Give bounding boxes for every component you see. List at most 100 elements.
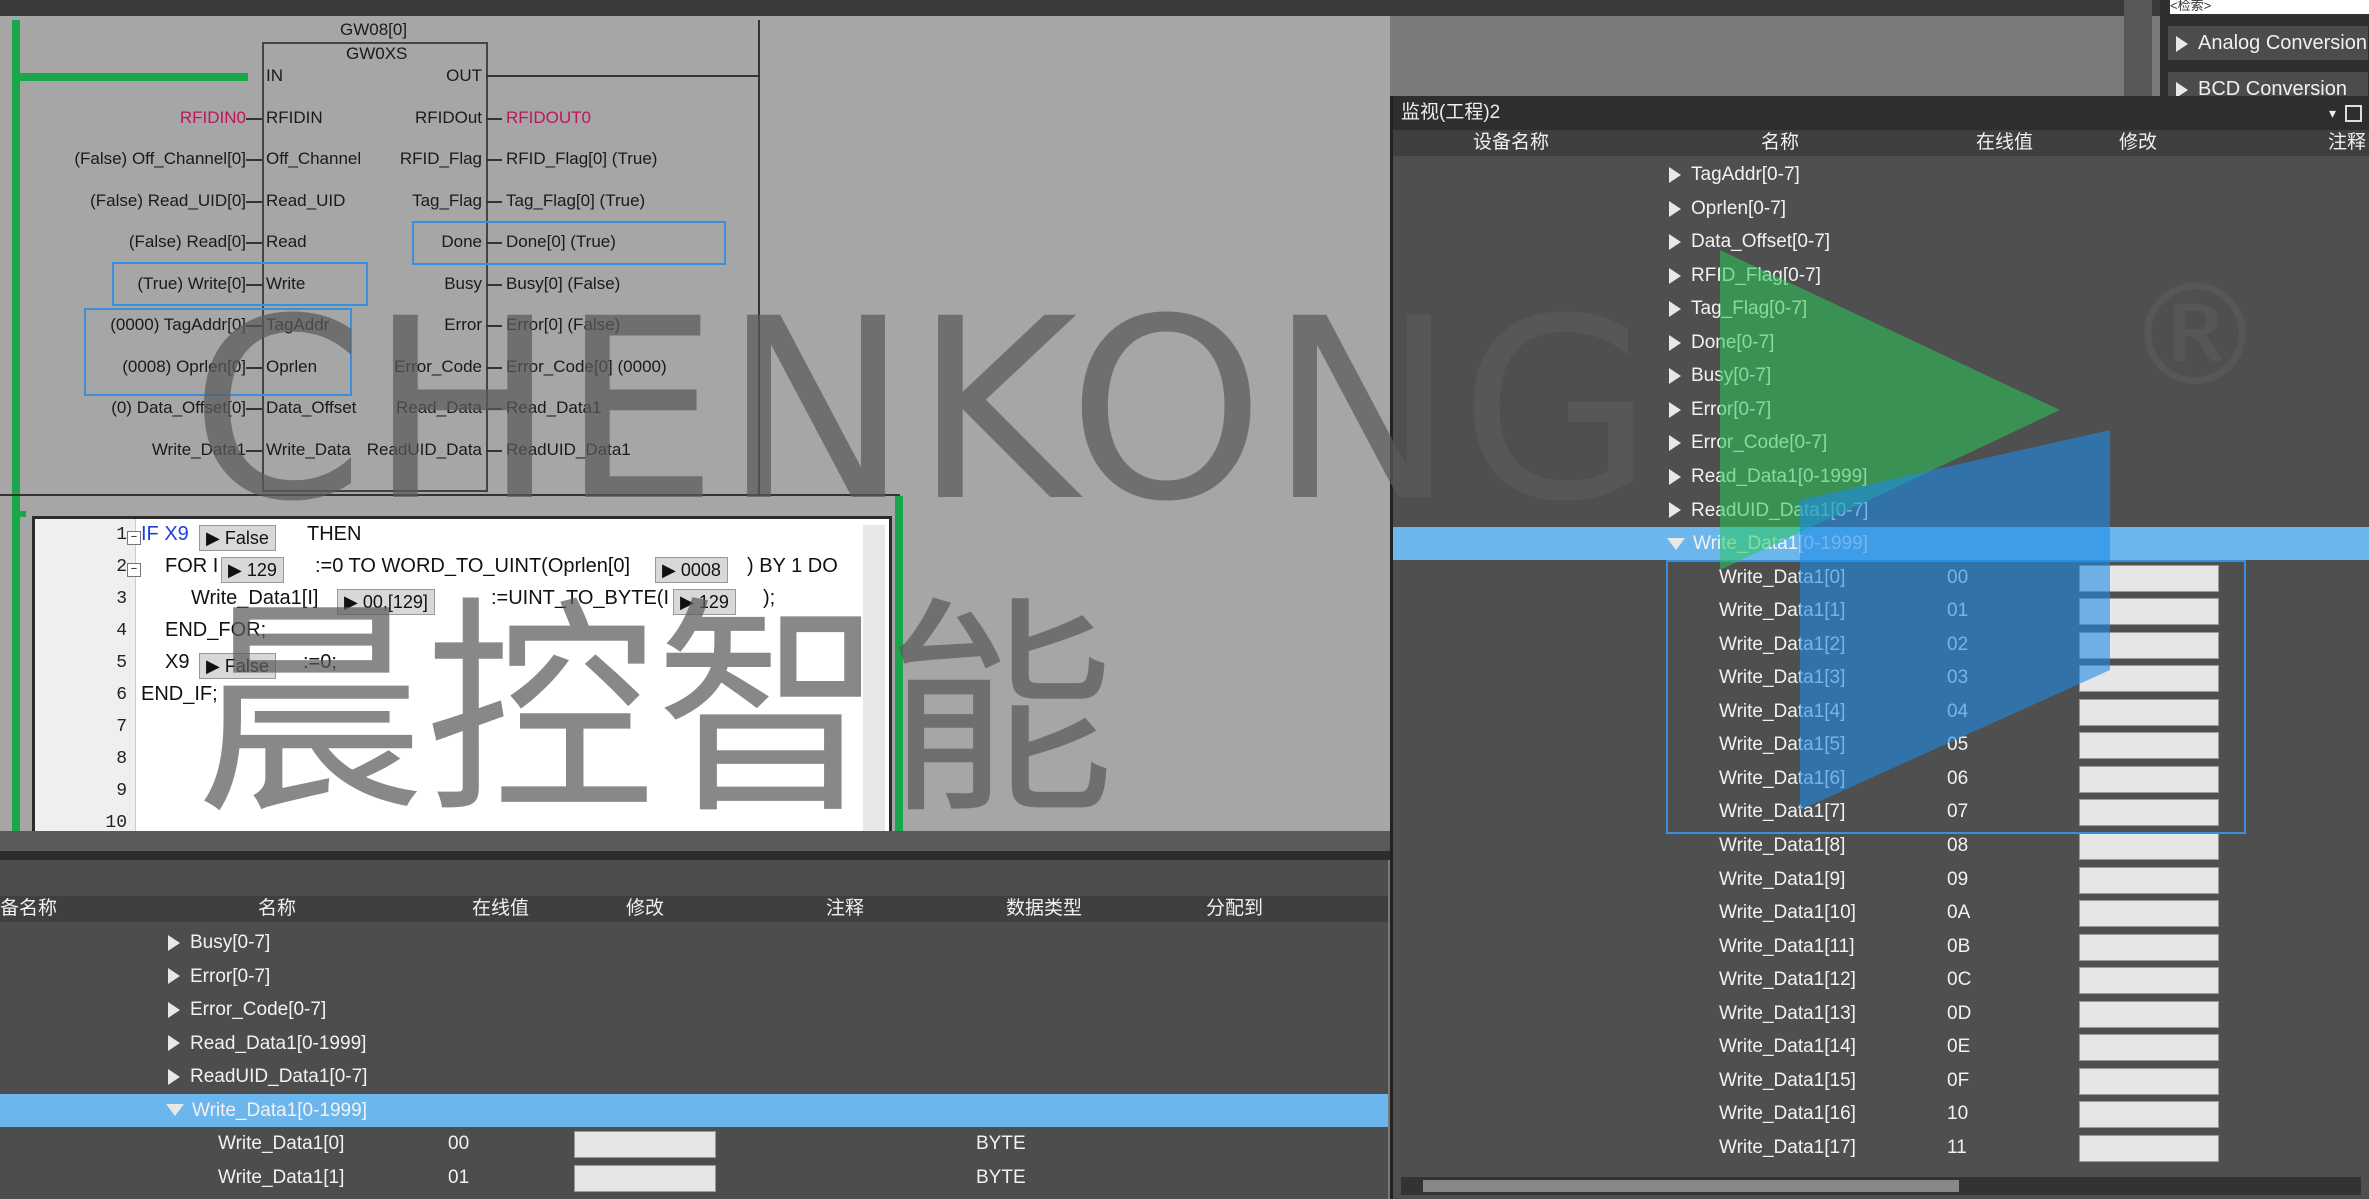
col-device[interactable]: 备名称 [0, 896, 57, 922]
item-online-value: 10 [1947, 1103, 1969, 1125]
expand-icon[interactable] [1669, 234, 1681, 251]
monitor-titlebar[interactable]: 监视(工程)2 ▾ [1393, 96, 2369, 130]
fb-input-var[interactable]: (False) Off_Channel[0] [74, 149, 246, 169]
fb-input-pin: Off_Channel [266, 149, 362, 168]
collapse-icon[interactable] [166, 1104, 184, 1117]
row-name[interactable]: Read_Data1[0-1999] [160, 1027, 366, 1060]
dropdown-icon[interactable]: ▾ [2329, 96, 2336, 130]
monitor-item-row[interactable]: Write_Data1[11] 0B [1393, 930, 2369, 963]
monitor-item-row[interactable]: Write_Data1[16] 10 [1393, 1097, 2369, 1130]
mcol-comment[interactable]: 注释 [2328, 130, 2366, 156]
fb-input-var[interactable]: (False) Read[0] [129, 232, 246, 252]
toolbox-search-input[interactable]: <检索> [2170, 0, 2369, 14]
table-row[interactable]: Write_Data1[1] 01 BYTE [0, 1161, 1388, 1194]
modify-input[interactable] [2079, 1101, 2219, 1129]
table-row[interactable]: Busy[0-7] [0, 926, 1388, 959]
expand-icon[interactable] [1669, 435, 1681, 452]
fb-instance-name[interactable]: GW08[0] [340, 20, 407, 40]
table-row[interactable]: ReadUID_Data1[0-7] [0, 1060, 1388, 1093]
expand-icon[interactable] [1669, 334, 1681, 351]
expand-icon[interactable] [168, 1035, 180, 1052]
fb-input-var[interactable]: RFIDIN0 [180, 108, 246, 128]
expand-icon[interactable] [1669, 368, 1681, 385]
table-row[interactable]: Error_Code[0-7] [0, 993, 1388, 1026]
modify-input[interactable] [2079, 866, 2219, 894]
modify-input[interactable] [2079, 967, 2219, 995]
fb-output-var[interactable]: Tag_Flag[0] (True) [506, 191, 645, 211]
modify-input[interactable] [2079, 1067, 2219, 1095]
row-name[interactable]: Error[0-7] [160, 960, 270, 993]
table-row[interactable]: Write_Data1[0] 00 BYTE [0, 1127, 1388, 1160]
expand-icon[interactable] [1669, 401, 1681, 418]
fb-input-var[interactable]: (False) Read_UID[0] [90, 191, 246, 211]
monitor-title: 监视(工程)2 [1401, 102, 1501, 123]
expand-icon[interactable] [168, 934, 180, 951]
fb-output-pin: RFIDOut [414, 107, 482, 127]
ladder-vertical-scrollbar[interactable] [2124, 0, 2152, 96]
mcol-name[interactable]: 名称 [1761, 130, 1799, 156]
modify-input[interactable] [2079, 900, 2219, 928]
row-online-value: 01 [448, 1166, 470, 1188]
table-row[interactable]: Read_Data1[0-1999] [0, 1027, 1388, 1060]
row-name[interactable]: ReadUID_Data1[0-7] [160, 1060, 367, 1093]
mcol-online-value[interactable]: 在线值 [1976, 130, 2033, 156]
row-name[interactable]: Busy[0-7] [160, 926, 270, 959]
toolbox-item-label: Analog Conversion [2198, 32, 2367, 54]
toolbox-panel[interactable]: <检索> Analog Conversion BCD Conversion [2160, 0, 2369, 96]
monitor-item-row[interactable]: Write_Data1[17] 11 [1393, 1131, 2369, 1164]
code-if[interactable]: IF X9 [141, 523, 189, 545]
monitor-item-row[interactable]: Write_Data1[9] 09 [1393, 863, 2369, 896]
monitor-item-row[interactable]: Write_Data1[13] 0D [1393, 997, 2369, 1030]
expand-icon[interactable] [1669, 468, 1681, 485]
monitor-item-row[interactable]: Write_Data1[10] 0A [1393, 896, 2369, 929]
expand-icon[interactable] [1669, 502, 1681, 519]
monitor-item-row[interactable]: Write_Data1[12] 0C [1393, 963, 2369, 996]
row-name[interactable]: Error_Code[0-7] [160, 993, 326, 1026]
done-output-highlight [412, 221, 726, 265]
col-assigned-to[interactable]: 分配到 [1206, 896, 1263, 922]
expand-icon[interactable] [168, 1068, 180, 1085]
collapse-for-icon[interactable]: − [127, 563, 141, 577]
row-name[interactable]: Write_Data1[0-1999] [160, 1094, 367, 1127]
monitor-group-row[interactable]: TagAddr[0-7] [1393, 158, 2369, 191]
fb-output-var[interactable]: RFIDOUT0 [506, 108, 591, 128]
code-x9[interactable]: X9 [165, 651, 189, 674]
toolbox-bcd-conversion[interactable]: BCD Conversion [2168, 72, 2368, 96]
line-number: 2 [116, 557, 127, 577]
col-data-type[interactable]: 数据类型 [1006, 896, 1082, 922]
collapse-icon[interactable] [1667, 538, 1685, 551]
table-row[interactable]: Write_Data1[0-1999] [0, 1093, 1388, 1127]
fb-output-var[interactable]: RFID_Flag[0] (True) [506, 149, 657, 169]
mcol-modify[interactable]: 修改 [2119, 130, 2157, 156]
col-modify[interactable]: 修改 [626, 896, 664, 922]
modify-input[interactable] [2079, 1000, 2219, 1028]
monitor-group-row[interactable]: Oprlen[0-7] [1393, 192, 2369, 225]
bottom-watch-table[interactable]: 备名称 名称 在线值 修改 注释 数据类型 分配到 Busy[0-7] Error… [0, 860, 1388, 1199]
row-name[interactable]: Write_Data1[1] [218, 1161, 344, 1194]
expand-icon[interactable] [1669, 267, 1681, 284]
item-online-value: 0C [1947, 969, 1972, 991]
modify-input[interactable] [574, 1131, 716, 1158]
scroll-thumb[interactable] [1423, 1180, 1959, 1192]
toolbox-analog-conversion[interactable]: Analog Conversion [2168, 26, 2368, 60]
collapse-if-icon[interactable]: − [127, 531, 141, 545]
expand-icon[interactable] [1669, 166, 1681, 183]
maximize-icon[interactable] [2345, 105, 2362, 122]
col-online-value[interactable]: 在线值 [472, 896, 529, 922]
expand-icon[interactable] [168, 968, 180, 985]
monitor-item-row[interactable]: Write_Data1[15] 0F [1393, 1064, 2369, 1097]
table-row[interactable]: Error[0-7] [0, 960, 1388, 993]
modify-input[interactable] [2079, 1134, 2219, 1162]
monitor-horizontal-scrollbar[interactable] [1401, 1177, 2361, 1195]
modify-input[interactable] [2079, 1034, 2219, 1062]
expand-icon[interactable] [1669, 200, 1681, 217]
row-name[interactable]: Write_Data1[0] [218, 1127, 344, 1160]
col-name[interactable]: 名称 [258, 896, 296, 922]
modify-input[interactable] [2079, 933, 2219, 961]
col-comment[interactable]: 注释 [826, 896, 864, 922]
expand-icon[interactable] [1669, 301, 1681, 318]
expand-icon[interactable] [168, 1001, 180, 1018]
modify-input[interactable] [574, 1164, 716, 1192]
monitor-item-row[interactable]: Write_Data1[14] 0E [1393, 1030, 2369, 1063]
mcol-device[interactable]: 设备名称 [1473, 130, 1549, 156]
